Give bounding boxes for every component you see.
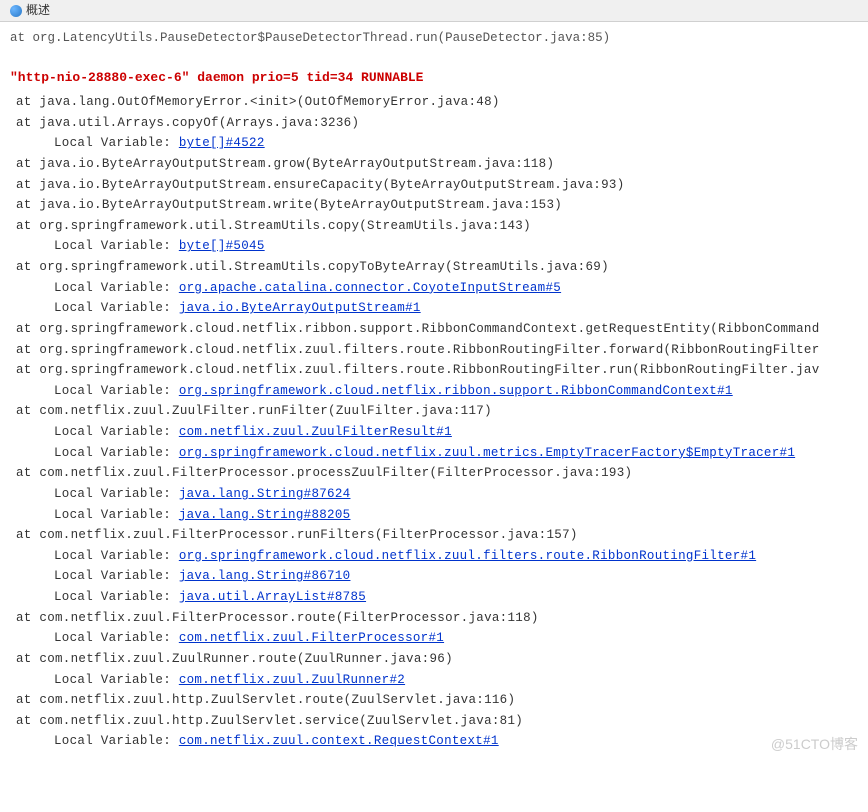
stack-frame: at java.io.ByteArrayOutputStream.ensureC… <box>10 175 858 196</box>
local-variable: Local Variable: java.util.ArrayList#8785 <box>10 587 858 608</box>
local-var-link[interactable]: org.springframework.cloud.netflix.ribbon… <box>179 384 733 398</box>
stack-frame: at com.netflix.zuul.http.ZuulServlet.rou… <box>10 690 858 711</box>
local-var-prefix: Local Variable: <box>54 590 179 604</box>
local-var-link[interactable]: org.apache.catalina.connector.CoyoteInpu… <box>179 281 561 295</box>
local-variable: Local Variable: org.springframework.clou… <box>10 546 858 567</box>
local-var-link[interactable]: byte[]#5045 <box>179 239 265 253</box>
local-variable: Local Variable: com.netflix.zuul.FilterP… <box>10 628 858 649</box>
local-var-link[interactable]: org.springframework.cloud.netflix.zuul.m… <box>179 446 795 460</box>
local-variable: Local Variable: org.springframework.clou… <box>10 443 858 464</box>
stack-frame: at java.lang.OutOfMemoryError.<init>(Out… <box>10 92 858 113</box>
globe-icon <box>10 5 22 17</box>
local-var-prefix: Local Variable: <box>54 734 179 748</box>
stack-frame: at java.io.ByteArrayOutputStream.grow(By… <box>10 154 858 175</box>
stack-trace-content: at org.LatencyUtils.PauseDetector$PauseD… <box>0 22 868 762</box>
tab-label: 概述 <box>26 1 50 21</box>
local-variable: Local Variable: java.lang.String#88205 <box>10 505 858 526</box>
stack-frame: at java.util.Arrays.copyOf(Arrays.java:3… <box>10 113 858 134</box>
tab-overview[interactable]: 概述 <box>4 0 56 22</box>
local-var-prefix: Local Variable: <box>54 301 179 315</box>
stack-frame: at com.netflix.zuul.ZuulRunner.route(Zuu… <box>10 649 858 670</box>
stack-frame: at org.springframework.cloud.netflix.zuu… <box>10 360 858 381</box>
stack-frame: at java.io.ByteArrayOutputStream.write(B… <box>10 195 858 216</box>
local-var-link[interactable]: org.springframework.cloud.netflix.zuul.f… <box>179 549 756 563</box>
local-var-prefix: Local Variable: <box>54 239 179 253</box>
stack-frame: at com.netflix.zuul.ZuulFilter.runFilter… <box>10 401 858 422</box>
thread-header: "http-nio-28880-exec-6" daemon prio=5 ti… <box>10 67 858 88</box>
local-var-prefix: Local Variable: <box>54 487 179 501</box>
local-var-prefix: Local Variable: <box>54 136 179 150</box>
local-var-link[interactable]: com.netflix.zuul.FilterProcessor#1 <box>179 631 444 645</box>
stack-frame: at org.springframework.util.StreamUtils.… <box>10 216 858 237</box>
local-var-prefix: Local Variable: <box>54 384 179 398</box>
local-variable: Local Variable: java.lang.String#86710 <box>10 566 858 587</box>
local-var-prefix: Local Variable: <box>54 281 179 295</box>
local-var-link[interactable]: java.io.ByteArrayOutputStream#1 <box>179 301 421 315</box>
local-variable: Local Variable: java.io.ByteArrayOutputS… <box>10 298 858 319</box>
local-var-link[interactable]: java.util.ArrayList#8785 <box>179 590 366 604</box>
stack-frame: at com.netflix.zuul.FilterProcessor.runF… <box>10 525 858 546</box>
local-var-link[interactable]: java.lang.String#86710 <box>179 569 351 583</box>
stack-frame: at org.springframework.util.StreamUtils.… <box>10 257 858 278</box>
local-variable: Local Variable: org.apache.catalina.conn… <box>10 278 858 299</box>
local-var-link[interactable]: com.netflix.zuul.context.RequestContext#… <box>179 734 499 748</box>
local-var-link[interactable]: byte[]#4522 <box>179 136 265 150</box>
local-var-link[interactable]: java.lang.String#87624 <box>179 487 351 501</box>
local-var-prefix: Local Variable: <box>54 425 179 439</box>
tab-bar: 概述 <box>0 0 868 22</box>
local-variable: Local Variable: byte[]#5045 <box>10 236 858 257</box>
local-variable: Local Variable: com.netflix.zuul.context… <box>10 731 858 752</box>
local-var-link[interactable]: com.netflix.zuul.ZuulRunner#2 <box>179 673 405 687</box>
stack-frame: at org.springframework.cloud.netflix.rib… <box>10 319 858 340</box>
local-variable: Local Variable: com.netflix.zuul.ZuulFil… <box>10 422 858 443</box>
local-var-prefix: Local Variable: <box>54 631 179 645</box>
local-var-prefix: Local Variable: <box>54 508 179 522</box>
truncated-top-line: at org.LatencyUtils.PauseDetector$PauseD… <box>10 28 858 49</box>
local-variable: Local Variable: org.springframework.clou… <box>10 381 858 402</box>
local-var-prefix: Local Variable: <box>54 673 179 687</box>
local-variable: Local Variable: java.lang.String#87624 <box>10 484 858 505</box>
stack-frame: at com.netflix.zuul.FilterProcessor.proc… <box>10 463 858 484</box>
local-variable: Local Variable: byte[]#4522 <box>10 133 858 154</box>
stack-frame: at org.springframework.cloud.netflix.zuu… <box>10 340 858 361</box>
stack-container: at java.lang.OutOfMemoryError.<init>(Out… <box>10 92 858 752</box>
local-var-link[interactable]: java.lang.String#88205 <box>179 508 351 522</box>
local-var-prefix: Local Variable: <box>54 569 179 583</box>
local-var-prefix: Local Variable: <box>54 549 179 563</box>
stack-frame: at com.netflix.zuul.http.ZuulServlet.ser… <box>10 711 858 732</box>
stack-frame: at com.netflix.zuul.FilterProcessor.rout… <box>10 608 858 629</box>
local-var-prefix: Local Variable: <box>54 446 179 460</box>
local-variable: Local Variable: com.netflix.zuul.ZuulRun… <box>10 670 858 691</box>
local-var-link[interactable]: com.netflix.zuul.ZuulFilterResult#1 <box>179 425 452 439</box>
